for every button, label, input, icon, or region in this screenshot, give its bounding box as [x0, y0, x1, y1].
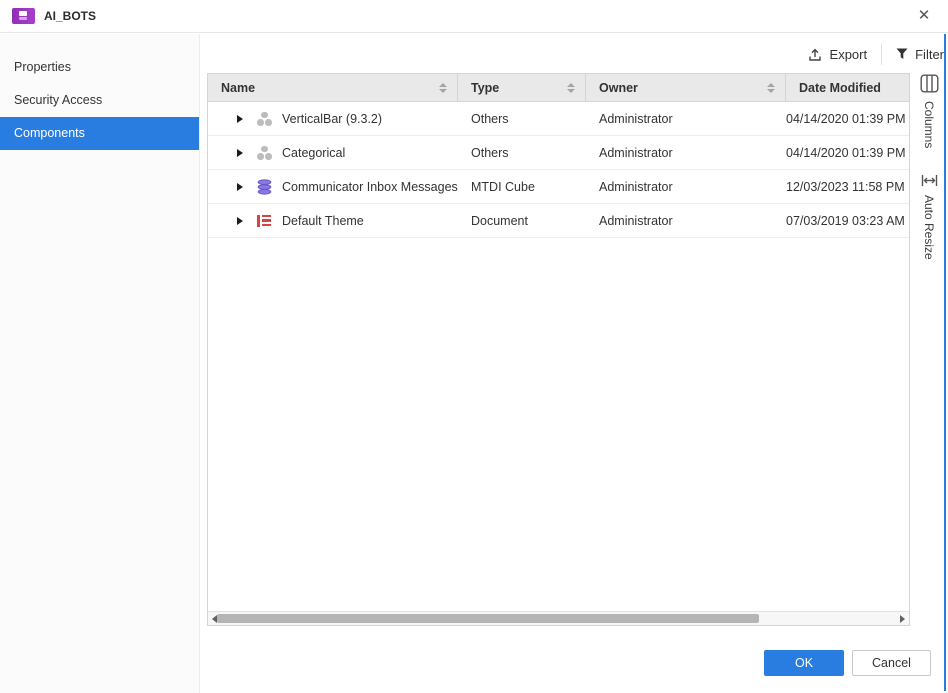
toolbar-separator [881, 43, 882, 65]
column-label: Owner [599, 81, 638, 95]
cluster-icon [256, 145, 273, 161]
row-date: 04/14/2020 01:39 PM [786, 112, 909, 126]
horizontal-scrollbar[interactable] [208, 611, 909, 625]
column-header-type[interactable]: Type [458, 74, 586, 101]
column-header-date-modified[interactable]: Date Modified [786, 74, 909, 101]
sort-arrows-icon[interactable] [439, 83, 447, 93]
sort-arrows-icon[interactable] [567, 83, 575, 93]
column-label: Type [471, 81, 499, 95]
expand-arrow-icon[interactable] [237, 115, 243, 123]
table-row[interactable]: Default Theme Document Administrator 07/… [208, 204, 909, 238]
cluster-icon [256, 111, 273, 127]
row-date: 12/03/2023 11:58 PM [786, 180, 909, 194]
dossier-icon-square [19, 11, 27, 16]
row-owner: Administrator [586, 214, 786, 228]
table-row[interactable]: Communicator Inbox Messages MTDI Cube Ad… [208, 170, 909, 204]
export-button[interactable]: Export [807, 47, 868, 62]
row-name: Default Theme [282, 214, 364, 228]
row-owner: Administrator [586, 146, 786, 160]
sidebar: Properties Security Access Components [0, 34, 200, 693]
auto-resize-icon[interactable] [921, 174, 938, 187]
expand-arrow-icon[interactable] [237, 183, 243, 191]
export-label: Export [830, 47, 868, 62]
cancel-button[interactable]: Cancel [852, 650, 931, 676]
dialog-title: AI_BOTS [44, 0, 96, 32]
row-type: MTDI Cube [458, 180, 586, 194]
tab-columns[interactable]: Columns [922, 101, 936, 148]
ai-bots-dialog: AI_BOTS ✕ Properties Security Access Com… [0, 0, 948, 693]
name-cell: Categorical [208, 145, 458, 161]
column-label: Date Modified [799, 81, 881, 95]
row-owner: Administrator [586, 112, 786, 126]
grid-options-strip: Columns Auto Resize [914, 74, 944, 260]
sort-arrows-icon[interactable] [767, 83, 775, 93]
table-row[interactable]: VerticalBar (9.3.2) Others Administrator… [208, 102, 909, 136]
expand-arrow-icon[interactable] [237, 217, 243, 225]
scroll-right-icon[interactable] [900, 615, 905, 623]
row-name: Categorical [282, 146, 345, 160]
filter-funnel-icon [896, 48, 908, 60]
scrollbar-thumb[interactable] [217, 614, 759, 623]
components-table: Name Type Owner Date Modified V [207, 73, 910, 626]
right-accent-edge [944, 34, 946, 691]
ok-button[interactable]: OK [764, 650, 844, 676]
row-owner: Administrator [586, 180, 786, 194]
row-type: Others [458, 112, 586, 126]
dossier-icon [12, 8, 35, 24]
row-date: 04/14/2020 01:39 PM [786, 146, 909, 160]
sidebar-item-components[interactable]: Components [0, 117, 199, 150]
export-icon [807, 47, 823, 62]
column-header-owner[interactable]: Owner [586, 74, 786, 101]
row-date: 07/03/2019 03:23 AM [786, 214, 909, 228]
column-label: Name [221, 81, 255, 95]
tab-auto-resize[interactable]: Auto Resize [922, 195, 936, 260]
name-cell: Communicator Inbox Messages [208, 179, 458, 195]
row-type: Others [458, 146, 586, 160]
close-icon[interactable]: ✕ [914, 0, 934, 31]
columns-grid-icon[interactable] [920, 74, 939, 93]
table-header-row: Name Type Owner Date Modified [208, 74, 909, 102]
row-type: Document [458, 214, 586, 228]
column-header-name[interactable]: Name [208, 74, 458, 101]
theme-icon [256, 213, 273, 229]
row-name: VerticalBar (9.3.2) [282, 112, 382, 126]
expand-arrow-icon[interactable] [237, 149, 243, 157]
name-cell: VerticalBar (9.3.2) [208, 111, 458, 127]
name-cell: Default Theme [208, 213, 458, 229]
filter-button[interactable]: Filter [896, 47, 944, 62]
table-row[interactable]: Categorical Others Administrator 04/14/2… [208, 136, 909, 170]
sidebar-item-security-access[interactable]: Security Access [0, 84, 199, 117]
row-name: Communicator Inbox Messages [282, 180, 458, 194]
sidebar-item-properties[interactable]: Properties [0, 51, 199, 84]
title-bar: AI_BOTS ✕ [0, 0, 948, 33]
toolbar: Export Filter [207, 40, 944, 68]
database-icon [256, 179, 273, 195]
filter-label: Filter [915, 47, 944, 62]
dossier-icon-line [19, 17, 27, 20]
